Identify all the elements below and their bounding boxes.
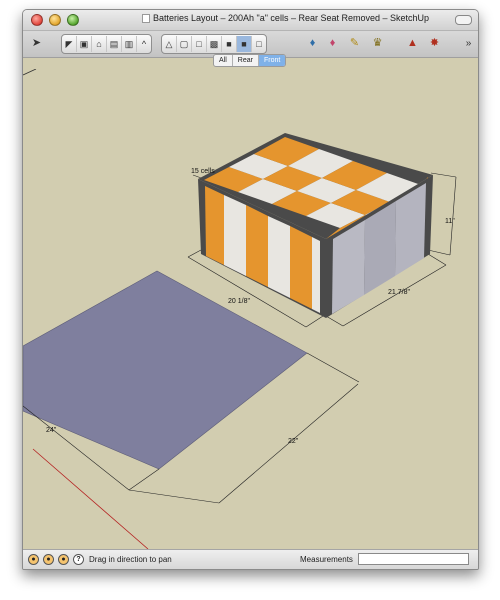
scene-tab-front[interactable]: Front (258, 55, 286, 66)
box-width-label: 20 1/8" (228, 298, 250, 305)
xray-icon[interactable]: △ (162, 36, 177, 52)
window-title: Batteries Layout – 200Ah "a" cells – Rea… (152, 13, 430, 23)
toolbar-overflow-icon[interactable]: » (460, 35, 477, 52)
front-view-icon[interactable]: ▥ (122, 36, 137, 52)
eraser-icon[interactable]: ♦ (324, 35, 341, 52)
close-button[interactable] (31, 14, 43, 26)
paint-bucket-icon[interactable]: ♦ (304, 35, 321, 52)
floor-depth-label: 22" (288, 438, 299, 445)
monochrome-icon[interactable]: ■ (237, 36, 252, 52)
toolbar-toggle-button[interactable] (455, 15, 472, 25)
box-height-label: 11" (445, 218, 455, 225)
zoom-button[interactable] (67, 14, 79, 26)
tape-measure-icon[interactable]: ✎ (346, 35, 363, 52)
styles-toolbar-group: △ ▢ □ ▩ ■ ■ □ (161, 34, 267, 54)
views-toolbar-group: ◤ ▣ ⌂ ▤ ▥ ^ (61, 34, 152, 54)
top-view-icon[interactable]: ▤ (107, 36, 122, 52)
hidden-line-icon[interactable]: □ (192, 36, 207, 52)
red-axis-line (32, 448, 149, 549)
get-models-icon[interactable]: ◤ (62, 36, 77, 52)
minimize-button[interactable] (49, 14, 61, 26)
geo-location-icon[interactable]: ● (28, 554, 39, 565)
model-drawing (23, 69, 457, 549)
cell-count-label: 15 cells (191, 168, 215, 175)
title-bar[interactable]: Batteries Layout – 200Ah "a" cells – Rea… (23, 10, 478, 31)
walk-icon[interactable]: ♛ (369, 35, 386, 52)
component-browser-icon[interactable]: ✸ (426, 35, 443, 52)
floor-width-label: 24" (46, 427, 57, 434)
user-icon[interactable]: ● (58, 554, 69, 565)
box-depth-label: 21 7/8" (388, 289, 410, 296)
floor-plate[interactable] (23, 270, 308, 470)
right-view-icon[interactable]: ^ (137, 36, 151, 52)
select-arrow-icon[interactable]: ➤ (28, 35, 45, 52)
scene-tab-all[interactable]: All (214, 55, 233, 66)
model-viewport[interactable]: 15 cells 11" 20 1/8" 21 7/8" 24" 22" (23, 69, 478, 549)
section-plane-icon[interactable]: ▲ (404, 35, 421, 52)
status-hint: Drag in direction to pan (89, 555, 172, 564)
home-view-icon[interactable]: ⌂ (92, 36, 107, 52)
scene-tab-rear[interactable]: Rear (233, 55, 259, 66)
measurements-input[interactable] (358, 553, 469, 565)
sketchup-window: Batteries Layout – 200Ah "a" cells – Rea… (22, 9, 479, 570)
scene-tabs: All Rear Front (213, 54, 287, 67)
shaded-icon[interactable]: ▩ (207, 36, 222, 52)
instructor-help-icon[interactable]: ? (73, 554, 84, 565)
window-title-area: Batteries Layout – 200Ah "a" cells – Rea… (113, 13, 458, 23)
status-bar: ● ● ● ? Drag in direction to pan Measure… (23, 549, 478, 569)
make-component-icon[interactable]: ▣ (77, 36, 92, 52)
shaded-textures-icon[interactable]: ■ (222, 36, 237, 52)
credits-icon[interactable]: ● (43, 554, 54, 565)
axis-line (23, 69, 37, 76)
wireframe-icon[interactable]: ▢ (177, 36, 192, 52)
document-icon (141, 14, 150, 23)
measurements-label: Measurements (300, 555, 353, 564)
perspective-view-icon[interactable]: □ (252, 36, 266, 52)
